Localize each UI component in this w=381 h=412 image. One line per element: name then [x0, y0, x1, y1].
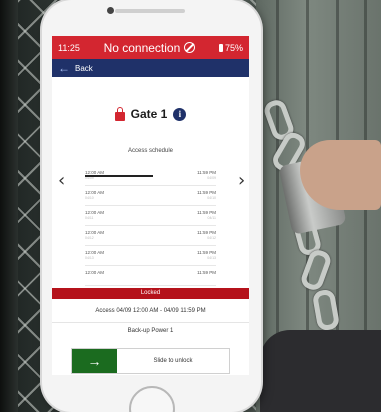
schedule-start-time: 12:00 AM: [85, 250, 105, 255]
schedule-start-date: 04/09: [85, 176, 94, 180]
gate-header: Gate 1 i: [52, 106, 249, 121]
home-button[interactable]: [129, 386, 175, 412]
schedule-start-date: 04/13: [85, 256, 94, 260]
schedule-start-time: 12:00 AM: [85, 190, 105, 195]
battery-status: 75%: [218, 42, 243, 53]
schedule-row: 12:00 AM 11:59 PM 04/09 04/09: [85, 166, 216, 186]
hand: [300, 140, 381, 210]
battery-icon: [218, 43, 223, 52]
gate-name: Gate 1: [130, 107, 168, 121]
schedule-start-date: 04/12: [85, 236, 94, 240]
schedule-start-date: 04/10: [85, 196, 94, 200]
info-icon[interactable]: i: [173, 107, 187, 121]
schedule-end-time: 11:59 PM: [197, 250, 216, 255]
schedule-end-date: 04/10: [207, 196, 216, 200]
nav-bar: ← Back: [52, 59, 249, 77]
schedule-end-time: 11:59 PM: [197, 210, 216, 215]
schedule-end-date: 04/09: [207, 176, 216, 180]
schedule-start-time: 12:00 AM: [85, 210, 105, 215]
schedule-row: 12:00 AM 11:59 PM 04/10 04/10: [85, 186, 216, 206]
status-time: 11:25: [58, 42, 80, 53]
schedule-title: Access schedule: [127, 148, 174, 154]
divider: [52, 322, 249, 323]
schedule-end-time: 11:59 PM: [197, 270, 216, 275]
schedule-end-time: 11:59 PM: [197, 230, 216, 235]
access-window: Access 04/09 12:00 AM - 04/09 11:59 PM: [95, 308, 206, 314]
back-button[interactable]: Back: [75, 64, 93, 73]
no-connection-icon: [184, 42, 196, 53]
schedule-row: 12:00 AM 11:59 PM 04/12 04/12: [85, 226, 216, 246]
connection-status: No connection: [104, 41, 196, 55]
camera-icon: [107, 7, 114, 14]
current-day-progress: [85, 175, 216, 177]
backup-power: Back-up Power 1: [127, 328, 174, 334]
slider-label: Slide to unlock: [153, 358, 193, 364]
schedule-end-time: 11:59 PM: [197, 190, 216, 195]
schedule-row: 12:00 AM 11:59 PM: [85, 266, 216, 286]
schedule-row: 12:00 AM 11:59 PM 04/11 04/11: [85, 206, 216, 226]
fence-post: [0, 0, 18, 412]
connection-label: No connection: [103, 40, 181, 55]
lock-icon: [114, 106, 125, 121]
speaker-grille: [115, 9, 185, 13]
status-bar: 11:25 No connection 75%: [52, 36, 249, 59]
schedule-list: 12:00 AM 11:59 PM 04/09 04/09 12:00 AM 11:59 …: [85, 166, 216, 286]
phone: 11:25 No connection 75% ← Back Gate 1 i …: [42, 0, 261, 412]
schedule-end-date: 04/11: [207, 216, 217, 220]
schedule-end-date: 04/12: [207, 236, 216, 240]
app-screen: 11:25 No connection 75% ← Back Gate 1 i …: [52, 36, 249, 375]
chevron-right-icon[interactable]: ›: [238, 170, 245, 191]
schedule-end-date: 04/13: [207, 256, 216, 260]
battery-level: 75%: [224, 42, 243, 53]
back-arrow-icon[interactable]: ←: [58, 62, 70, 74]
sleeve: [260, 330, 381, 412]
arrow-right-icon: →: [87, 353, 102, 369]
schedule-start-time: 12:00 AM: [85, 270, 105, 275]
slider-thumb[interactable]: →: [72, 349, 117, 373]
schedule-row: 12:00 AM 11:59 PM 04/13 04/13: [85, 246, 216, 266]
slide-to-unlock[interactable]: → Slide to unlock: [71, 348, 230, 374]
lock-status-banner: Locked: [52, 288, 249, 299]
schedule-start-time: 12:00 AM: [85, 230, 105, 235]
progress-fill: [85, 175, 154, 177]
schedule-start-date: 04/11: [85, 216, 94, 220]
chevron-left-icon[interactable]: ‹: [58, 170, 65, 191]
